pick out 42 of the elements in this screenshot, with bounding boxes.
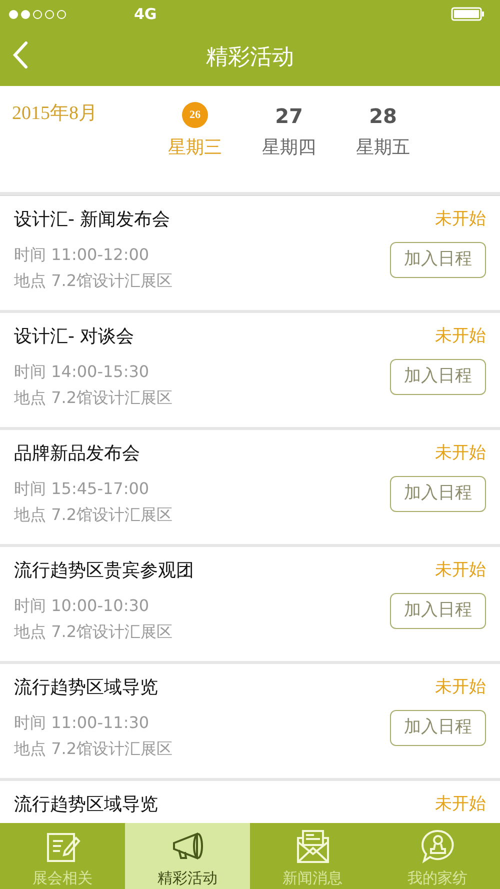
add-to-schedule-button[interactable]: 加入日程 bbox=[390, 476, 486, 512]
back-icon[interactable] bbox=[12, 41, 28, 69]
event-title: 设计汇- 新闻发布会 bbox=[14, 208, 172, 232]
day-tab[interactable]: 28 星期五 bbox=[336, 100, 430, 161]
tab-bar-item[interactable]: 新闻消息 bbox=[250, 823, 375, 889]
event-location: 地点 7.2馆设计汇展区 bbox=[14, 270, 174, 292]
tab-bar-item[interactable]: 展会相关 bbox=[0, 823, 125, 889]
signal-icon bbox=[9, 10, 66, 18]
event-time: 时间 14:00-15:30 bbox=[14, 361, 150, 383]
status-label: 未开始 bbox=[435, 325, 486, 348]
status-label: 未开始 bbox=[435, 559, 486, 582]
status-label: 未开始 bbox=[435, 442, 486, 465]
event-title: 流行趋势区域导览 bbox=[14, 793, 159, 817]
event-title: 流行趋势区贵宾参观团 bbox=[14, 559, 195, 583]
envelope-icon bbox=[294, 828, 330, 864]
page-title: 精彩活动 bbox=[206, 44, 294, 72]
event-time: 时间 10:00-10:30 bbox=[14, 595, 150, 617]
status-label: 未开始 bbox=[435, 676, 486, 699]
event-location: 地点 7.2馆设计汇展区 bbox=[14, 387, 174, 409]
tab-bar-item[interactable]: 精彩活动 bbox=[125, 823, 250, 889]
tab-bar-item[interactable]: 我的家纺 bbox=[375, 823, 500, 889]
event-location: 地点 7.2馆设计汇展区 bbox=[14, 738, 174, 760]
event-title: 品牌新品发布会 bbox=[14, 442, 141, 466]
month-label: 2015年8月 bbox=[12, 102, 98, 126]
event-location: 地点 7.2馆设计汇展区 bbox=[14, 504, 174, 526]
event-title: 流行趋势区域导览 bbox=[14, 676, 159, 700]
event-title: 设计汇- 对谈会 bbox=[14, 325, 136, 349]
network-label: 4G bbox=[134, 4, 157, 25]
event-time: 时间 15:45-17:00 bbox=[14, 478, 150, 500]
event-time: 时间 11:00-12:00 bbox=[14, 244, 150, 266]
battery-icon bbox=[451, 7, 485, 21]
status-label: 未开始 bbox=[435, 208, 486, 231]
status-label: 未开始 bbox=[435, 793, 486, 816]
day-tab[interactable]: 26 星期三 bbox=[148, 100, 242, 161]
event-time: 时间 11:00-11:30 bbox=[14, 712, 150, 734]
add-to-schedule-button[interactable]: 加入日程 bbox=[390, 242, 486, 278]
add-to-schedule-button[interactable]: 加入日程 bbox=[390, 710, 486, 746]
event-location: 地点 7.2馆设计汇展区 bbox=[14, 621, 174, 643]
add-to-schedule-button[interactable]: 加入日程 bbox=[390, 593, 486, 629]
add-to-schedule-button[interactable]: 加入日程 bbox=[390, 359, 486, 395]
person-bubble-icon bbox=[420, 828, 456, 864]
day-tab[interactable]: 27 星期四 bbox=[242, 100, 336, 161]
